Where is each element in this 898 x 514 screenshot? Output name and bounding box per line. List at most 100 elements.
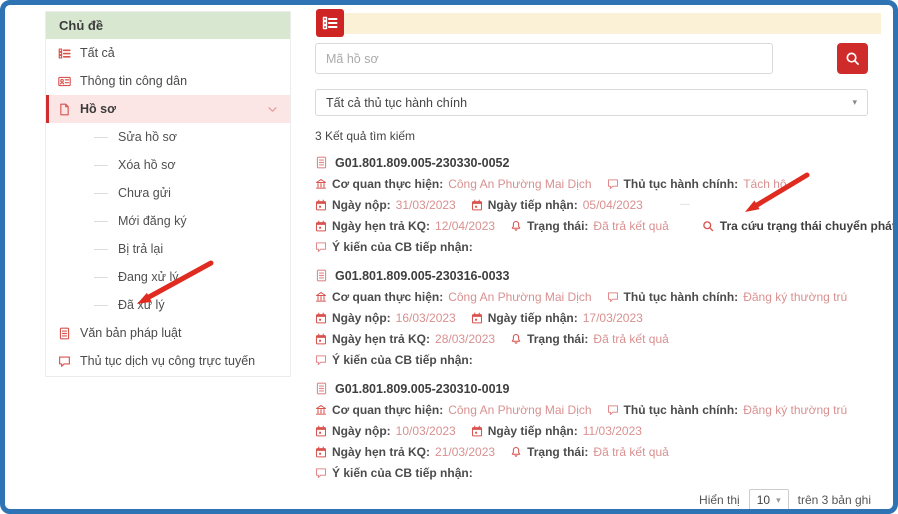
record-icon bbox=[315, 156, 328, 169]
record-id-link[interactable]: G01.801.809.005-230316-0033 bbox=[315, 265, 881, 286]
search-row bbox=[315, 43, 881, 74]
record-status-line: Ngày hẹn trả KQ:12/04/2023 Trạng thái:Đã… bbox=[315, 215, 881, 236]
menu-list-icon[interactable] bbox=[316, 9, 344, 37]
sidebar-item-label: Thủ tục dịch vụ công trực tuyến bbox=[80, 354, 255, 368]
sidebar-subitem-dang-xu-ly[interactable]: Đang xử lý bbox=[46, 263, 290, 291]
calendar-icon bbox=[315, 446, 327, 458]
subitem-label: Đang xử lý bbox=[118, 270, 178, 284]
sidebar-subitem-moi-dang-ky[interactable]: Mới đăng ký bbox=[46, 207, 290, 235]
sidebar-item-label: Hồ sơ bbox=[80, 102, 116, 116]
sidebar-item-ho-so[interactable]: Hồ sơ bbox=[46, 95, 290, 123]
comment-icon bbox=[315, 241, 327, 253]
idcard-icon bbox=[58, 75, 71, 88]
calendar-icon bbox=[471, 199, 483, 211]
procedure-icon bbox=[607, 404, 619, 416]
search-icon bbox=[702, 220, 714, 232]
caret-down-icon: ▾ bbox=[776, 495, 781, 506]
comment-icon bbox=[315, 354, 327, 366]
filter-selected-value: Tất cả thủ tục hành chính bbox=[326, 96, 467, 110]
sidebar-subitem-da-xu-ly[interactable]: Đã xử lý bbox=[46, 291, 290, 319]
caret-down-icon: ▾ bbox=[852, 97, 857, 108]
comment-icon bbox=[315, 467, 327, 479]
record-icon bbox=[315, 382, 328, 395]
sidebar-subitem-bi-tra-lai[interactable]: Bị trả lại bbox=[46, 235, 290, 263]
status-icon bbox=[510, 333, 522, 345]
search-icon bbox=[845, 51, 860, 66]
result-item: G01.801.809.005-230310-0019 Cơ quan thực… bbox=[315, 378, 881, 483]
record-id-link[interactable]: G01.801.809.005-230310-0019 bbox=[315, 378, 881, 399]
agency-icon bbox=[315, 291, 327, 303]
sidebar-item-label: Thông tin công dân bbox=[80, 74, 187, 88]
page-size-dropdown[interactable]: 10 ▾ bbox=[749, 489, 789, 511]
app-window: Chủ đề Tất cả Thông tin công dân Hồ sơ S… bbox=[0, 0, 898, 514]
list-icon bbox=[322, 15, 338, 31]
results-list: 3 Kết quả tìm kiếm G01.801.809.005-23033… bbox=[315, 128, 881, 511]
record-dates-line: Ngày nộp:10/03/2023 Ngày tiếp nhận:11/03… bbox=[315, 420, 881, 441]
calendar-icon bbox=[315, 199, 327, 211]
calendar-icon bbox=[315, 333, 327, 345]
sidebar-subitem-xoa-ho-so[interactable]: Xóa hồ sơ bbox=[46, 151, 290, 179]
agency-icon bbox=[315, 404, 327, 416]
agency-icon bbox=[315, 178, 327, 190]
pagination-footer: Hiển thị 10 ▾ trên 3 bản ghi bbox=[315, 489, 871, 511]
subitem-label: Bị trả lại bbox=[118, 242, 163, 256]
subitem-label: Sửa hồ sơ bbox=[118, 130, 177, 144]
search-button[interactable] bbox=[837, 43, 868, 74]
result-item: G01.801.809.005-230330-0052 Cơ quan thực… bbox=[315, 152, 881, 257]
list-icon bbox=[58, 47, 71, 60]
subitem-label: Đã xử lý bbox=[118, 298, 165, 312]
top-banner bbox=[315, 9, 881, 39]
sidebar-item-label: Văn bản pháp luật bbox=[80, 326, 181, 340]
chat-icon bbox=[58, 355, 71, 368]
sidebar-item-thu-tuc-dich-vu-cong[interactable]: Thủ tục dịch vụ công trực tuyến bbox=[46, 347, 290, 375]
show-label: Hiển thị bbox=[699, 493, 740, 507]
status-icon bbox=[510, 220, 522, 232]
record-dates-line: Ngày nộp:16/03/2023 Ngày tiếp nhận:17/03… bbox=[315, 307, 881, 328]
record-dates-line: Ngày nộp:31/03/2023 Ngày tiếp nhận:05/04… bbox=[315, 194, 881, 215]
record-feedback-line: Ý kiến của CB tiếp nhận: bbox=[315, 349, 881, 370]
search-input[interactable] bbox=[315, 43, 773, 74]
calendar-icon bbox=[315, 220, 327, 232]
record-agency-line: Cơ quan thực hiện:Công An Phường Mai Dịc… bbox=[315, 173, 881, 194]
record-icon bbox=[315, 269, 328, 282]
subitem-label: Chưa gửi bbox=[118, 186, 171, 200]
page-size-value: 10 bbox=[757, 493, 770, 507]
sidebar-subitem-sua-ho-so[interactable]: Sửa hồ sơ bbox=[46, 123, 290, 151]
records-total-label: trên 3 bản ghi bbox=[798, 493, 871, 507]
procedure-icon bbox=[607, 178, 619, 190]
track-delivery-link[interactable]: Tra cứu trạng thái chuyển phát bbox=[702, 219, 896, 233]
record-agency-line: Cơ quan thực hiện:Công An Phường Mai Dịc… bbox=[315, 399, 881, 420]
record-status-line: Ngày hẹn trả KQ:28/03/2023 Trạng thái:Đã… bbox=[315, 328, 881, 349]
result-count: 3 Kết quả tìm kiếm bbox=[315, 128, 881, 144]
calendar-icon bbox=[471, 312, 483, 324]
banner-background bbox=[316, 13, 881, 34]
sidebar-item-van-ban-phap-luat[interactable]: Văn bản pháp luật bbox=[46, 319, 290, 347]
main-panel: Tất cả thủ tục hành chính ▾ 3 Kết quả tì… bbox=[315, 9, 881, 511]
calendar-icon bbox=[315, 312, 327, 324]
record-agency-line: Cơ quan thực hiện:Công An Phường Mai Dịc… bbox=[315, 286, 881, 307]
record-feedback-line: Ý kiến của CB tiếp nhận: bbox=[315, 236, 881, 257]
document-icon bbox=[58, 327, 71, 340]
sidebar-header: Chủ đề bbox=[46, 12, 290, 39]
sidebar-item-thong-tin-cong-dan[interactable]: Thông tin công dân bbox=[46, 67, 290, 95]
status-icon bbox=[510, 446, 522, 458]
record-id: G01.801.809.005-230330-0052 bbox=[335, 156, 509, 170]
file-icon bbox=[58, 103, 71, 116]
result-item: G01.801.809.005-230316-0033 Cơ quan thực… bbox=[315, 265, 881, 370]
subitem-label: Xóa hồ sơ bbox=[118, 158, 176, 172]
sidebar-subitem-chua-gui[interactable]: Chưa gửi bbox=[46, 179, 290, 207]
record-id-link[interactable]: G01.801.809.005-230330-0052 bbox=[315, 152, 881, 173]
sidebar-item-label: Tất cả bbox=[80, 46, 115, 60]
chevron-down-icon bbox=[267, 104, 278, 115]
sidebar: Chủ đề Tất cả Thông tin công dân Hồ sơ S… bbox=[45, 11, 291, 377]
record-id: G01.801.809.005-230310-0019 bbox=[335, 382, 509, 396]
calendar-icon bbox=[315, 425, 327, 437]
record-id: G01.801.809.005-230316-0033 bbox=[335, 269, 509, 283]
truncation-mark: — bbox=[680, 199, 690, 210]
procedure-icon bbox=[607, 291, 619, 303]
record-feedback-line: Ý kiến của CB tiếp nhận: bbox=[315, 462, 881, 483]
record-status-line: Ngày hẹn trả KQ:21/03/2023 Trạng thái:Đã… bbox=[315, 441, 881, 462]
subitem-label: Mới đăng ký bbox=[118, 214, 187, 228]
sidebar-item-tat-ca[interactable]: Tất cả bbox=[46, 39, 290, 67]
procedure-filter-select[interactable]: Tất cả thủ tục hành chính ▾ bbox=[315, 89, 868, 116]
